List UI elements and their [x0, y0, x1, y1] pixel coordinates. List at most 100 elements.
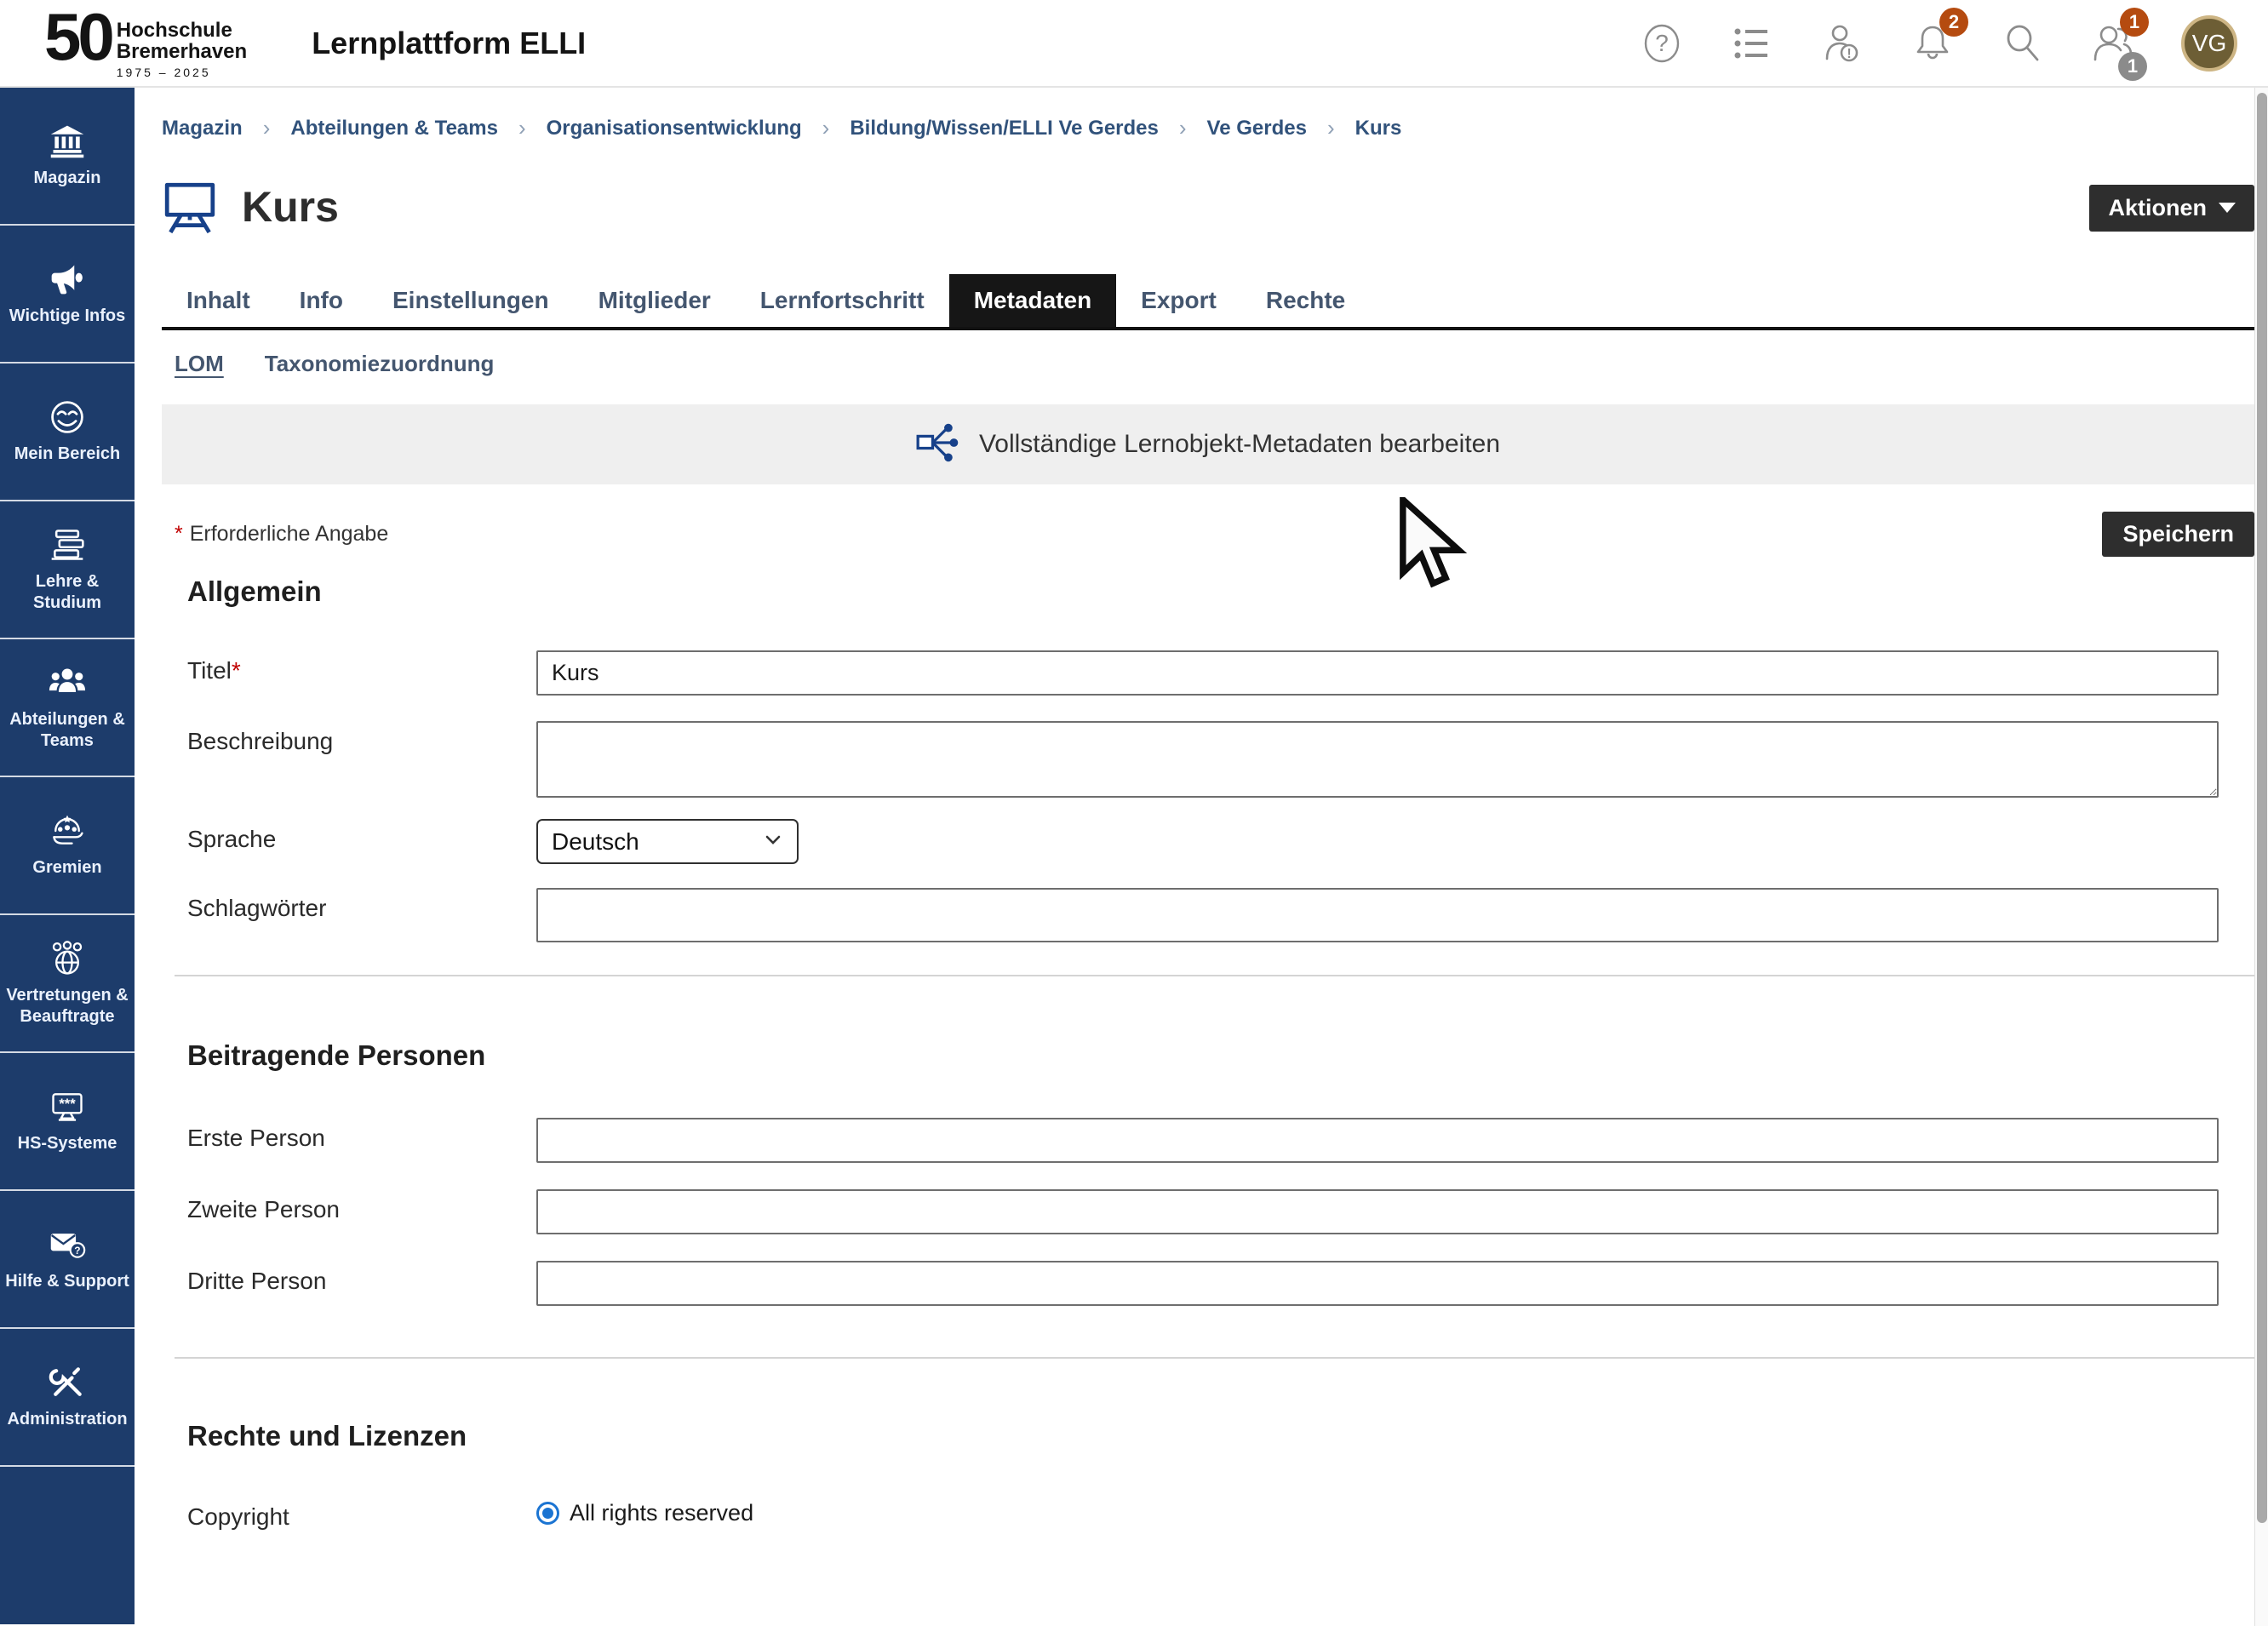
mail-question-icon: ? [49, 1226, 86, 1263]
scrollbar-thumb[interactable] [2257, 93, 2267, 1523]
section-heading-beitragende: Beitragende Personen [187, 1039, 2254, 1072]
titel-label: Titel* [187, 650, 536, 684]
field-row-schlagwoerter: Schlagwörter [187, 888, 2254, 942]
actions-button[interactable]: Aktionen [2089, 185, 2254, 232]
sidebar-label: Wichtige Infos [3, 306, 131, 327]
copyright-option-label: All rights reserved [570, 1500, 753, 1526]
sidebar-item-magazin[interactable]: Magazin [0, 88, 135, 226]
copyright-label: Copyright [187, 1497, 536, 1531]
section-heading-allgemein: Allgemein [187, 575, 2254, 608]
search-button[interactable] [2001, 21, 2045, 66]
sidebar-item-hs-systeme[interactable]: *** HS-Systeme [0, 1053, 135, 1191]
sidebar-item-abteilungen-teams[interactable]: Abteilungen & Teams [0, 639, 135, 777]
subtab-bar: LOM Taxonomiezuordnung [162, 351, 2254, 377]
university-logo[interactable]: 50 Hochschule Bremerhaven 1975 – 2025 [44, 7, 247, 79]
tab-export[interactable]: Export [1116, 274, 1241, 327]
section-beitragende-personen: Beitragende Personen Erste Person Zweite… [162, 1039, 2254, 1306]
page-header: Kurs Aktionen [162, 179, 2254, 235]
contacts-badge-top: 1 [2120, 8, 2149, 37]
breadcrumb: Magazin › Abteilungen & Teams › Organisa… [162, 88, 2254, 141]
zweite-person-input[interactable] [536, 1189, 2219, 1234]
breadcrumb-separator-icon: › [263, 115, 271, 141]
section-heading-rechte: Rechte und Lizenzen [187, 1420, 2254, 1452]
svg-text:!: ! [1847, 47, 1851, 61]
top-bar: 50 Hochschule Bremerhaven 1975 – 2025 Le… [0, 0, 2268, 88]
tab-mitglieder[interactable]: Mitglieder [574, 274, 736, 327]
dritte-person-input[interactable] [536, 1261, 2219, 1306]
subtab-lom[interactable]: LOM [175, 351, 224, 377]
bank-icon [49, 123, 86, 160]
sidebar-item-lehre-studium[interactable]: Lehre & Studium [0, 501, 135, 639]
sidebar-label: Abteilungen & Teams [3, 709, 131, 752]
metadata-node-icon [916, 421, 960, 469]
schlagwoerter-input[interactable] [536, 888, 2219, 942]
sidebar-item-administration[interactable]: Administration [0, 1329, 135, 1467]
breadcrumb-item-magazin[interactable]: Magazin [162, 117, 243, 140]
sidebar-label: Administration [3, 1409, 131, 1430]
required-asterisk: * [175, 522, 183, 546]
form-toolbar: *Erforderliche Angabe Speichern [162, 512, 2254, 557]
logo-50-text: 50 [44, 7, 112, 66]
people-group-icon [49, 664, 86, 701]
subtab-taxonomiezuordnung[interactable]: Taxonomiezuordnung [265, 351, 495, 377]
tab-info[interactable]: Info [275, 274, 368, 327]
help-button[interactable]: ? [1640, 21, 1684, 66]
breadcrumb-item-organisationsentwicklung[interactable]: Organisationsentwicklung [547, 117, 802, 140]
sidebar-label: Mein Bereich [3, 444, 131, 465]
breadcrumb-separator-icon: › [822, 115, 830, 141]
search-icon [2002, 22, 2044, 65]
main-content: Magazin › Abteilungen & Teams › Organisa… [135, 88, 2268, 1624]
awareness-button[interactable]: ! [1820, 21, 1864, 66]
sidebar-item-hilfe-support[interactable]: ? Hilfe & Support [0, 1191, 135, 1329]
breadcrumb-item-kurs[interactable]: Kurs [1355, 117, 1402, 140]
tab-einstellungen[interactable]: Einstellungen [368, 274, 574, 327]
breadcrumb-item-ve-gerdes[interactable]: Ve Gerdes [1207, 117, 1307, 140]
field-row-dritte-person: Dritte Person [187, 1261, 2254, 1306]
edit-full-metadata-banner[interactable]: Vollständige Lernobjekt-Metadaten bearbe… [162, 404, 2254, 484]
banner-label: Vollständige Lernobjekt-Metadaten bearbe… [979, 430, 1500, 459]
tab-rechte[interactable]: Rechte [1241, 274, 1370, 327]
sidebar-item-mein-bereich[interactable]: Mein Bereich [0, 364, 135, 501]
sprache-select[interactable]: Deutsch [536, 819, 799, 864]
titel-input[interactable] [536, 650, 2219, 696]
list-icon [1732, 23, 1773, 64]
user-avatar[interactable]: VG [2181, 15, 2237, 72]
save-button[interactable]: Speichern [2102, 512, 2254, 557]
svg-text:?: ? [74, 1245, 80, 1257]
notifications-button[interactable]: 2 [1910, 21, 1955, 66]
tab-lernfortschritt[interactable]: Lernfortschritt [736, 274, 949, 327]
field-row-copyright: Copyright All rights reserved [187, 1497, 2254, 1531]
app-window: 50 Hochschule Bremerhaven 1975 – 2025 Le… [0, 0, 2268, 1626]
sidebar-item-vertretungen-beauftragte[interactable]: Vertretungen & Beauftragte [0, 915, 135, 1053]
copyright-radio[interactable] [536, 1502, 559, 1525]
breadcrumb-item-bildung-wissen[interactable]: Bildung/Wissen/ELLI Ve Gerdes [850, 117, 1159, 140]
books-icon [49, 526, 86, 564]
help-icon: ? [1641, 23, 1682, 64]
erste-person-input[interactable] [536, 1118, 2219, 1163]
zweite-person-label: Zweite Person [187, 1189, 536, 1223]
breadcrumb-separator-icon: › [1327, 115, 1335, 141]
tab-metadaten[interactable]: Metadaten [949, 274, 1116, 327]
sidebar-label: Magazin [3, 168, 131, 189]
sidebar-item-gremien[interactable]: Gremien [0, 777, 135, 915]
field-row-zweite-person: Zweite Person [187, 1189, 2254, 1234]
svg-text:***: *** [59, 1096, 76, 1112]
sidebar-item-wichtige-infos[interactable]: Wichtige Infos [0, 226, 135, 364]
tab-inhalt[interactable]: Inhalt [162, 274, 275, 327]
course-board-icon [162, 179, 218, 235]
sidebar-label: Lehre & Studium [3, 571, 131, 614]
sidebar-filler [0, 1467, 135, 1624]
chevron-down-icon [763, 828, 783, 856]
sidebar-label: Gremien [3, 857, 131, 879]
sidebar-label: HS-Systeme [3, 1133, 131, 1154]
section-divider [175, 1357, 2254, 1359]
beschreibung-textarea[interactable] [536, 721, 2219, 798]
contacts-button[interactable]: 1 1 [2091, 21, 2135, 66]
breadcrumb-item-abteilungen-teams[interactable]: Abteilungen & Teams [290, 117, 498, 140]
field-row-titel: Titel* [187, 650, 2254, 696]
dritte-person-label: Dritte Person [187, 1261, 536, 1295]
page-title: Kurs [242, 182, 339, 232]
breadcrumb-separator-icon: › [518, 115, 526, 141]
overview-list-button[interactable] [1730, 21, 1774, 66]
field-row-beschreibung: Beschreibung [187, 721, 2254, 802]
